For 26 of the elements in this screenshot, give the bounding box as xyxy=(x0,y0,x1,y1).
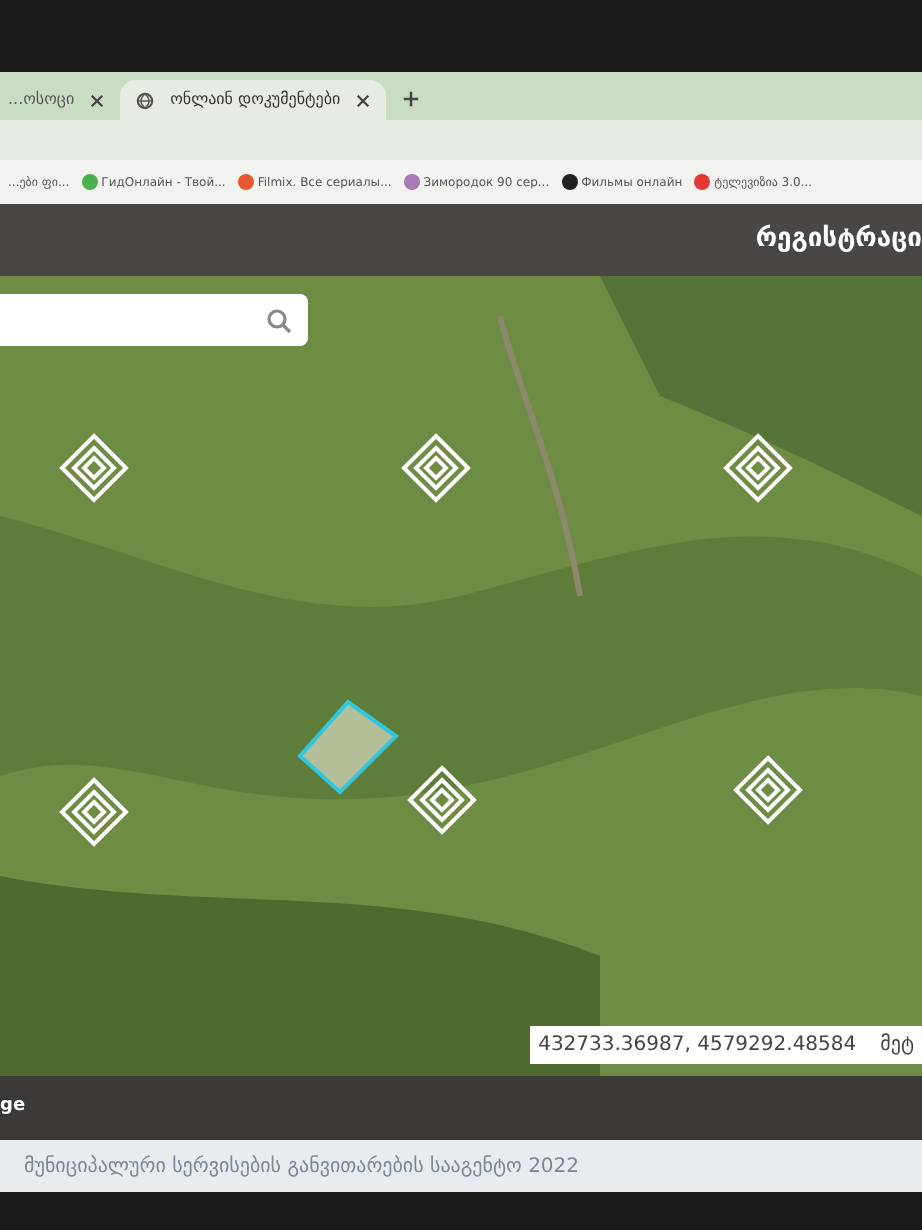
close-icon[interactable] xyxy=(356,93,371,107)
diamond-marker-icon[interactable] xyxy=(407,765,477,835)
header-title: რეგისტრაცი xyxy=(755,222,922,259)
bookmark-favicon-icon xyxy=(81,174,98,190)
bookmark-favicon-icon xyxy=(561,174,578,190)
globe-icon xyxy=(136,91,155,109)
footer-link[interactable]: ge xyxy=(0,1094,26,1122)
tab-label: ონლაინ დოკუმენტები xyxy=(170,88,341,112)
tab-label: ...ოსოცი xyxy=(8,88,75,112)
land-parcel[interactable] xyxy=(297,699,400,795)
diamond-marker-icon[interactable] xyxy=(59,777,129,847)
copyright-text: მუნიციპალური სერვისების განვითარების სააგენტო 2022 xyxy=(24,1153,580,1181)
diamond-marker-icon[interactable] xyxy=(59,433,129,503)
close-icon[interactable] xyxy=(90,93,105,107)
diamond-marker-icon[interactable] xyxy=(723,433,793,503)
search-icon xyxy=(266,307,292,333)
new-tab-icon[interactable] xyxy=(402,90,421,108)
browser-tab[interactable]: ონლაინ დოკუმენტები xyxy=(120,80,387,120)
bookmark-favicon-icon xyxy=(237,174,254,190)
bookmark-favicon-icon xyxy=(694,174,711,190)
diamond-marker-icon[interactable] xyxy=(401,433,471,503)
coordinates-text: 432733.36987, 4579292.48584 xyxy=(538,1032,857,1060)
diamond-marker-icon[interactable] xyxy=(733,755,803,825)
bookmark-favicon-icon xyxy=(403,174,420,190)
unit-text: მეტ xyxy=(880,1031,914,1060)
search-field[interactable] xyxy=(0,294,308,346)
